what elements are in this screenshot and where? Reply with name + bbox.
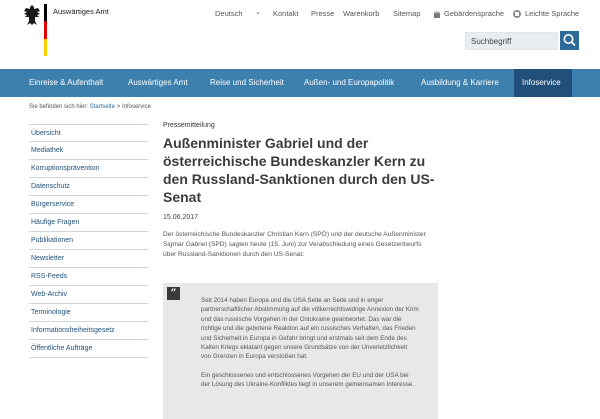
german-flag-stripe [44, 4, 47, 56]
sign-language-icon [434, 10, 440, 18]
sidebar-item-privacy[interactable]: Datenschutz [29, 178, 148, 196]
breadcrumb-separator: > [116, 104, 121, 110]
nav-item-foreign-policy[interactable]: Außen- und Europapolitik [304, 69, 394, 97]
sidebar-item-freedom-of-information[interactable]: Informationsfreiheitsgesetz [29, 322, 148, 340]
topnav-link-sign-language[interactable]: Gebärdensprache [444, 9, 504, 18]
article-intro: Der österreichische Bundeskanzler Christ… [163, 231, 426, 258]
search-input[interactable]: Suchbegriff [465, 32, 558, 50]
sidebar-item-media[interactable]: Mediathek [29, 142, 148, 160]
sidebar-item-overview[interactable]: Übersicht [29, 124, 148, 142]
sidebar-item-publications[interactable]: Publikationen [29, 232, 148, 250]
breadcrumb: Sie befinden sich hier: Startseite > Inf… [29, 104, 151, 110]
federal-eagle-icon [24, 5, 40, 25]
site-header: Auswärtiges Amt Deutsch ⌄ Kontakt Presse… [0, 0, 600, 68]
sidebar-item-newsletter[interactable]: Newsletter [29, 250, 148, 268]
nav-item-foreign-office[interactable]: Auswärtiges Amt [128, 69, 188, 97]
sidebar-item-web-archive[interactable]: Web-Archiv [29, 286, 148, 304]
article-kicker: Pressemitteilung [163, 122, 215, 129]
quote-box: ” Seit 2014 haben Europa und die USA Sei… [163, 283, 438, 419]
topnav-link-press[interactable]: Presse [311, 9, 334, 18]
nav-item-infoservice[interactable]: Infoservice [514, 69, 572, 97]
main-navigation: Einreise & Aufenthalt Auswärtiges Amt Re… [0, 69, 600, 97]
topnav-link-cart[interactable]: Warenkorb [343, 9, 379, 18]
org-name: Auswärtiges Amt [53, 7, 109, 16]
nav-item-education-career[interactable]: Ausbildung & Karriere [421, 69, 499, 97]
sidebar-item-citizen-service[interactable]: Bürgerservice [29, 196, 148, 214]
article: Pressemitteilung Außenminister Gabriel u… [163, 122, 443, 260]
sidebar-item-public-contracts[interactable]: Öffentliche Aufträge [29, 340, 148, 358]
breadcrumb-current: Infoservice [121, 104, 151, 110]
breadcrumb-home-link[interactable]: Startseite [90, 104, 115, 110]
search-icon [563, 34, 576, 47]
topnav-link-contact[interactable]: Kontakt [273, 9, 298, 18]
sidebar-item-rss[interactable]: RSS-Feeds [29, 268, 148, 286]
sidebar-item-terminology[interactable]: Terminologie [29, 304, 148, 322]
article-date: 15.06.2017 [163, 214, 199, 221]
easy-language-icon [513, 10, 521, 18]
language-select[interactable]: Deutsch [215, 9, 243, 18]
topnav-link-easy-language[interactable]: Leichte Sprache [525, 9, 579, 18]
sidebar-item-corruption-prevention[interactable]: Korruptionsprävention [29, 160, 148, 178]
chevron-down-icon[interactable]: ⌄ [255, 8, 261, 16]
logo[interactable]: Auswärtiges Amt [23, 4, 133, 56]
nav-item-entry-residence[interactable]: Einreise & Aufenthalt [29, 69, 103, 97]
sidebar-item-faq[interactable]: Häufige Fragen [29, 214, 148, 232]
topnav-link-sitemap[interactable]: Sitemap [393, 9, 421, 18]
search-button[interactable] [560, 31, 579, 50]
quote-icon: ” [167, 287, 180, 300]
breadcrumb-prefix: Sie befinden sich hier: [29, 104, 89, 110]
nav-item-travel-safety[interactable]: Reise und Sicherheit [210, 69, 284, 97]
page-title: Außenminister Gabriel und der österreich… [163, 135, 435, 205]
quote-paragraph: Ein geschlossenes und entschlossenes Vor… [201, 371, 415, 389]
sidebar: Übersicht Mediathek Korruptionspräventio… [29, 124, 148, 358]
quote-paragraph: Seit 2014 haben Europa und die USA Seite… [201, 297, 419, 361]
quote-text: Seit 2014 haben Europa und die USA Seite… [201, 296, 419, 390]
